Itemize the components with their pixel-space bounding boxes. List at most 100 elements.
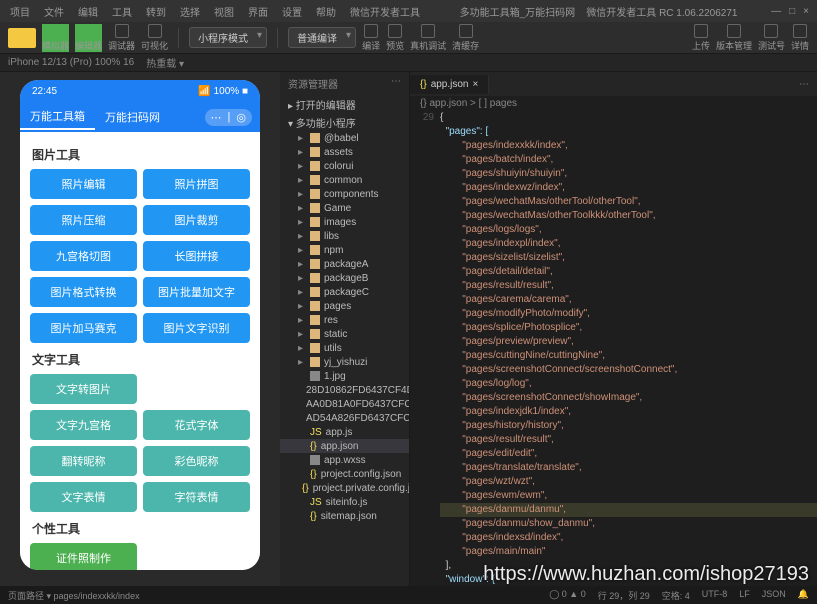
tb-测试号[interactable]: 测试号	[758, 24, 785, 52]
close-tab-icon[interactable]: ×	[473, 79, 479, 90]
device-debug-button[interactable]: 真机调试	[410, 24, 446, 52]
tool-图片加马赛克[interactable]: 图片加马赛克	[30, 313, 137, 343]
file-packageC[interactable]: ▸ packageC	[280, 285, 409, 299]
maximize-button[interactable]: □	[789, 6, 795, 17]
file-colorui[interactable]: ▸ colorui	[280, 159, 409, 173]
file-app.json[interactable]: {} app.json	[280, 439, 409, 453]
tool-九宫格切图[interactable]: 九宫格切图	[30, 241, 137, 271]
file-AD54A826FD6437CFC...[interactable]: AD54A826FD6437CFC...	[280, 411, 409, 425]
file-Game[interactable]: ▸ Game	[280, 201, 409, 215]
file-components[interactable]: ▸ components	[280, 187, 409, 201]
lang-mode[interactable]: JSON	[762, 589, 786, 602]
mode-dropdown[interactable]: 小程序模式	[189, 27, 267, 48]
tool-翻转昵称[interactable]: 翻转昵称	[30, 446, 137, 476]
indent[interactable]: 空格: 4	[662, 589, 690, 602]
menu-设置[interactable]: 设置	[276, 2, 308, 21]
file-28D10862FD6437CF4D...[interactable]: 28D10862FD6437CF4D...	[280, 383, 409, 397]
file-res[interactable]: ▸ res	[280, 313, 409, 327]
bell-icon[interactable]: 🔔	[798, 589, 809, 602]
menu-选择[interactable]: 选择	[174, 2, 206, 21]
file-images[interactable]: ▸ images	[280, 215, 409, 229]
minimize-button[interactable]: —	[771, 6, 781, 17]
page-path[interactable]: 页面路径 ▾ pages/indexxkk/index	[8, 589, 140, 602]
encoding[interactable]: UTF-8	[702, 589, 728, 602]
debugger-toggle[interactable]: 调试器	[108, 24, 135, 52]
file-explorer: 资源管理器⋯ ▸ 打开的编辑器 ▾ 多功能小程序 ▸ @babel▸ asset…	[280, 72, 410, 586]
close-button[interactable]: ×	[803, 6, 809, 17]
visual-toggle[interactable]: 可视化	[141, 24, 168, 52]
tool-彩色昵称[interactable]: 彩色昵称	[143, 446, 250, 476]
device-select[interactable]: iPhone 12/13 (Pro) 100% 16	[8, 57, 134, 68]
file-packageA[interactable]: ▸ packageA	[280, 257, 409, 271]
file-common[interactable]: ▸ common	[280, 173, 409, 187]
menu-帮助[interactable]: 帮助	[310, 2, 342, 21]
tool-照片拼图[interactable]: 照片拼图	[143, 169, 250, 199]
tb-版本管理[interactable]: 版本管理	[716, 24, 752, 52]
tool-图片文字识别[interactable]: 图片文字识别	[143, 313, 250, 343]
tool-照片编辑[interactable]: 照片编辑	[30, 169, 137, 199]
nav-tab-2[interactable]: 万能扫码网	[95, 105, 170, 129]
project-root[interactable]: ▾ 多功能小程序	[280, 113, 409, 131]
target-icon[interactable]: ◎	[236, 111, 246, 124]
hot-reload[interactable]: 热重载 ▾	[146, 55, 184, 70]
file-yj_yishuzi[interactable]: ▸ yj_yishuzi	[280, 355, 409, 369]
menu-工具[interactable]: 工具	[106, 2, 138, 21]
file-pages[interactable]: ▸ pages	[280, 299, 409, 313]
tb-上传[interactable]: 上传	[692, 24, 710, 52]
nav-tab-1[interactable]: 万能工具箱	[20, 104, 95, 130]
file-packageB[interactable]: ▸ packageB	[280, 271, 409, 285]
tool-图片批量加文字[interactable]: 图片批量加文字	[143, 277, 250, 307]
tool-文字表情[interactable]: 文字表情	[30, 482, 137, 512]
menu-视图[interactable]: 视图	[208, 2, 240, 21]
tool-字符表情[interactable]: 字符表情	[143, 482, 250, 512]
tool-花式字体[interactable]: 花式字体	[143, 410, 250, 440]
compile-dropdown[interactable]: 普通编译	[288, 27, 356, 48]
simulator-toggle[interactable]: 模拟器	[42, 24, 69, 52]
file-assets[interactable]: ▸ assets	[280, 145, 409, 159]
file-siteinfo.js[interactable]: JS siteinfo.js	[280, 495, 409, 509]
file-@babel[interactable]: ▸ @babel	[280, 131, 409, 145]
preview-button[interactable]: 预览	[386, 24, 404, 52]
capsule[interactable]: ⋯|◎	[205, 109, 252, 126]
editor-toggle[interactable]: 编辑器	[75, 24, 102, 52]
tool-图片裁剪[interactable]: 图片裁剪	[143, 205, 250, 235]
phone-content[interactable]: 图片工具 照片编辑照片拼图照片压缩图片裁剪九宫格切图长图拼接图片格式转换图片批量…	[20, 132, 260, 570]
tool-文字九宫格[interactable]: 文字九宫格	[30, 410, 137, 440]
file-npm[interactable]: ▸ npm	[280, 243, 409, 257]
tool-照片压缩[interactable]: 照片压缩	[30, 205, 137, 235]
editor-more-icon[interactable]: ⋯	[791, 79, 817, 90]
tool-证件照制作[interactable]: 证件照制作	[30, 543, 137, 570]
menu-编辑[interactable]: 编辑	[72, 2, 104, 21]
file-utils[interactable]: ▸ utils	[280, 341, 409, 355]
menu-文件[interactable]: 文件	[38, 2, 70, 21]
tool-长图拼接[interactable]: 长图拼接	[143, 241, 250, 271]
file-project.config.json[interactable]: {} project.config.json	[280, 467, 409, 481]
menu-icon[interactable]: ⋯	[211, 111, 222, 124]
menu-项目[interactable]: 项目	[4, 2, 36, 21]
tb-详情[interactable]: 详情	[791, 24, 809, 52]
file-project.private.config.js...[interactable]: {} project.private.config.js...	[280, 481, 409, 495]
code-area[interactable]: 29 { "pages": [ "pages/indexxkk/index", …	[410, 111, 817, 586]
open-editors[interactable]: ▸ 打开的编辑器	[280, 95, 409, 113]
tool-图片格式转换[interactable]: 图片格式转换	[30, 277, 137, 307]
menu-转到[interactable]: 转到	[140, 2, 172, 21]
file-AA0D81A0FD6437CFC...[interactable]: AA0D81A0FD6437CFC...	[280, 397, 409, 411]
clear-cache-button[interactable]: 清缓存	[452, 24, 479, 52]
file-1.jpg[interactable]: 1.jpg	[280, 369, 409, 383]
editor-tab-appjson[interactable]: {}app.json×	[410, 75, 489, 94]
eol[interactable]: LF	[739, 589, 750, 602]
problems[interactable]: ◯ 0 ▲ 0	[549, 589, 586, 602]
cursor-pos[interactable]: 行 29，列 29	[598, 589, 650, 602]
file-app.wxss[interactable]: app.wxss	[280, 453, 409, 467]
simulator-panel: 22:45 📶 100% ■ 万能工具箱 万能扫码网 ⋯|◎ 图片工具 照片编辑…	[0, 72, 280, 586]
compile-button[interactable]: 编译	[362, 24, 380, 52]
file-libs[interactable]: ▸ libs	[280, 229, 409, 243]
breadcrumb[interactable]: {} app.json > [ ] pages	[410, 96, 817, 111]
file-sitemap.json[interactable]: {} sitemap.json	[280, 509, 409, 523]
tool-文字转图片[interactable]: 文字转图片	[30, 374, 137, 404]
editor-tabbar: {}app.json× ⋯	[410, 72, 817, 96]
file-static[interactable]: ▸ static	[280, 327, 409, 341]
menu-微信开发者工具[interactable]: 微信开发者工具	[344, 2, 426, 21]
menu-界面[interactable]: 界面	[242, 2, 274, 21]
file-app.js[interactable]: JS app.js	[280, 425, 409, 439]
